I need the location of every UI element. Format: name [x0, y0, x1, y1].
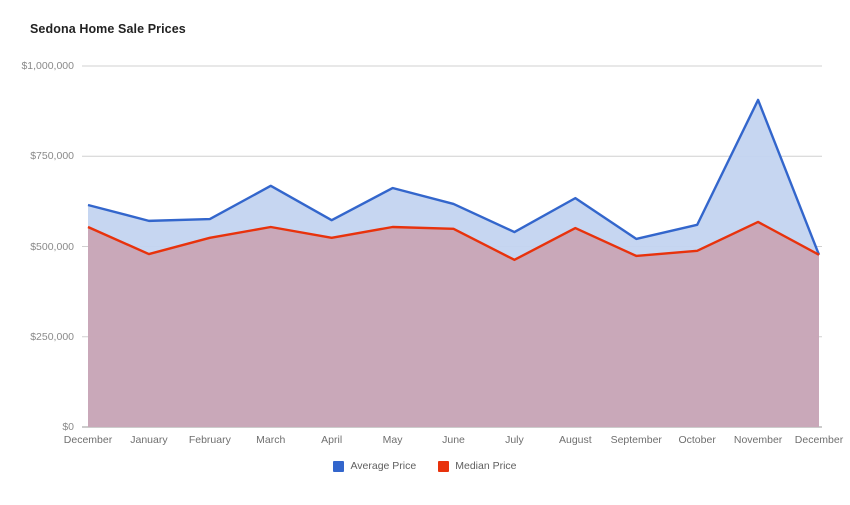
legend-item[interactable]: Median Price — [438, 460, 517, 472]
x-axis-tick-label: July — [505, 434, 524, 446]
x-axis-tick-label: December — [794, 434, 844, 446]
chart-svg — [82, 65, 822, 428]
legend-item-label: Median Price — [455, 460, 517, 472]
x-axis-tick-label: January — [130, 434, 168, 446]
y-axis-tick-label: $1,000,000 — [21, 60, 74, 72]
series-area-median-price — [88, 221, 819, 427]
plot-area — [0, 0, 850, 500]
x-axis-tick-label: August — [558, 434, 592, 446]
x-axis-tick-label: September — [610, 434, 662, 446]
x-axis-tick-label: November — [733, 434, 783, 446]
chart-legend: Average Price Median Price — [0, 460, 850, 472]
x-axis-tick-label: June — [442, 434, 465, 446]
legend-item[interactable]: Average Price — [333, 460, 416, 472]
chart-container: Sedona Home Sale Prices $1,000,000 $750,0… — [0, 0, 850, 500]
x-axis-tick-label: February — [188, 434, 231, 446]
legend-swatch-icon — [333, 460, 345, 472]
x-axis-tick-label: May — [382, 434, 403, 446]
x-axis-tick-label: October — [678, 434, 716, 446]
legend-item-label: Average Price — [350, 460, 417, 472]
x-axis-tick-label: March — [256, 434, 286, 446]
y-axis-tick-label: $750,000 — [30, 150, 74, 163]
y-axis-tick-label: $0 — [62, 421, 74, 433]
legend-swatch-icon — [438, 460, 450, 472]
y-axis-tick-label: $500,000 — [30, 240, 74, 253]
y-axis-tick-label: $250,000 — [30, 330, 74, 343]
x-axis-tick-label: April — [321, 434, 343, 446]
x-axis-tick-label: December — [63, 434, 113, 446]
